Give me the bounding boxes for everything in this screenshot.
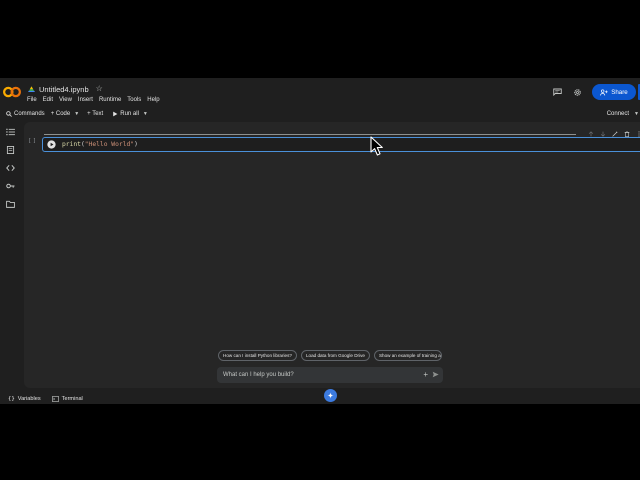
header-actions: Share <box>553 84 640 100</box>
variables-button[interactable]: {} Variables <box>8 396 41 402</box>
menu-view[interactable]: View <box>59 96 72 104</box>
variables-label: Variables <box>17 395 41 402</box>
cell-execution-prompt: [ ] <box>29 138 37 144</box>
variables-braces-icon: {} <box>8 395 15 402</box>
colab-window: Untitled4.ipynb ☆ File Edit View Insert … <box>0 78 640 404</box>
suggestion-chip-load-drive[interactable]: Load data from Google Drive <box>300 350 370 361</box>
cell-divider <box>44 134 576 135</box>
comment-icon[interactable] <box>553 88 562 96</box>
status-bar: {} Variables Terminal <box>0 393 640 404</box>
code-paren-close: ) <box>134 141 138 148</box>
code-string: "Hello World" <box>84 141 135 148</box>
connect-label: Connect <box>606 110 630 117</box>
add-code-label: + Code <box>50 110 71 117</box>
table-of-contents-icon[interactable] <box>6 128 15 136</box>
suggestion-chip-training-example[interactable]: Show an example of training a <box>373 350 442 361</box>
gemini-fab-button[interactable] <box>324 389 337 402</box>
share-person-icon <box>600 89 608 96</box>
colab-logo-icon[interactable] <box>3 86 21 98</box>
add-attachment-icon[interactable]: + <box>423 370 428 379</box>
share-label: Share <box>611 88 628 96</box>
code-cell[interactable]: print("Hello World") <box>42 137 640 152</box>
ai-prompt-input[interactable]: What can I help you build? + <box>217 367 443 383</box>
menu-runtime[interactable]: Runtime <box>99 96 121 104</box>
menu-tools[interactable]: Tools <box>127 96 141 104</box>
run-all-label: Run all <box>120 110 139 117</box>
menu-edit[interactable]: Edit <box>43 96 53 104</box>
commands-label: Commands <box>14 110 45 117</box>
mouse-pointer-icon <box>370 136 383 156</box>
run-all-button[interactable]: Run all <box>112 111 139 117</box>
code-snippets-icon[interactable] <box>6 164 15 172</box>
title-row: Untitled4.ipynb ☆ <box>28 83 103 95</box>
folder-icon[interactable] <box>6 200 15 208</box>
add-text-label: + Text <box>87 110 104 117</box>
notebook-area: [ ] print("Hello World") How can I insta… <box>24 122 640 388</box>
commands-button[interactable]: Commands <box>6 111 45 117</box>
search-icon <box>6 110 12 117</box>
play-icon <box>113 111 118 116</box>
add-text-button[interactable]: + Text <box>87 111 103 117</box>
document-icon[interactable] <box>6 146 15 154</box>
code-chevron-down-icon[interactable]: ▼ <box>74 111 79 117</box>
share-button[interactable]: Share <box>592 84 636 100</box>
secrets-key-icon[interactable] <box>6 182 15 190</box>
left-rail <box>0 128 22 218</box>
add-code-button[interactable]: + Code <box>51 111 71 117</box>
code-function: print <box>62 141 81 148</box>
code-editor[interactable]: print("Hello World") <box>62 141 138 148</box>
run-all-chevron-down-icon[interactable]: ▼ <box>143 111 148 117</box>
connect-chevron-down-icon[interactable]: ▼ <box>634 111 639 117</box>
terminal-button[interactable]: Terminal <box>51 395 83 402</box>
run-cell-button[interactable] <box>47 140 56 149</box>
menu-file[interactable]: File <box>27 96 37 104</box>
ai-prompt-placeholder: What can I help you build? <box>223 372 294 378</box>
menu-help[interactable]: Help <box>147 96 159 104</box>
send-icon[interactable] <box>432 371 439 378</box>
menu-bar: File Edit View Insert Runtime Tools Help <box>27 96 160 104</box>
google-drive-icon <box>28 85 35 92</box>
suggestion-chip-install-libraries[interactable]: How can I install Python libraries? <box>218 350 297 361</box>
gear-icon[interactable] <box>573 88 582 97</box>
suggestion-chips: How can I install Python libraries? Load… <box>218 350 442 361</box>
sparkle-icon <box>327 392 334 399</box>
terminal-icon <box>51 395 59 402</box>
toolbar: Commands + Code ▼ + Text Run all ▼ Conne… <box>0 106 640 121</box>
connect-button[interactable]: Connect ▼ <box>607 106 640 121</box>
menu-insert[interactable]: Insert <box>78 96 93 104</box>
terminal-label: Terminal <box>61 395 83 402</box>
star-icon[interactable]: ☆ <box>96 85 103 93</box>
notebook-title[interactable]: Untitled4.ipynb <box>39 85 89 94</box>
